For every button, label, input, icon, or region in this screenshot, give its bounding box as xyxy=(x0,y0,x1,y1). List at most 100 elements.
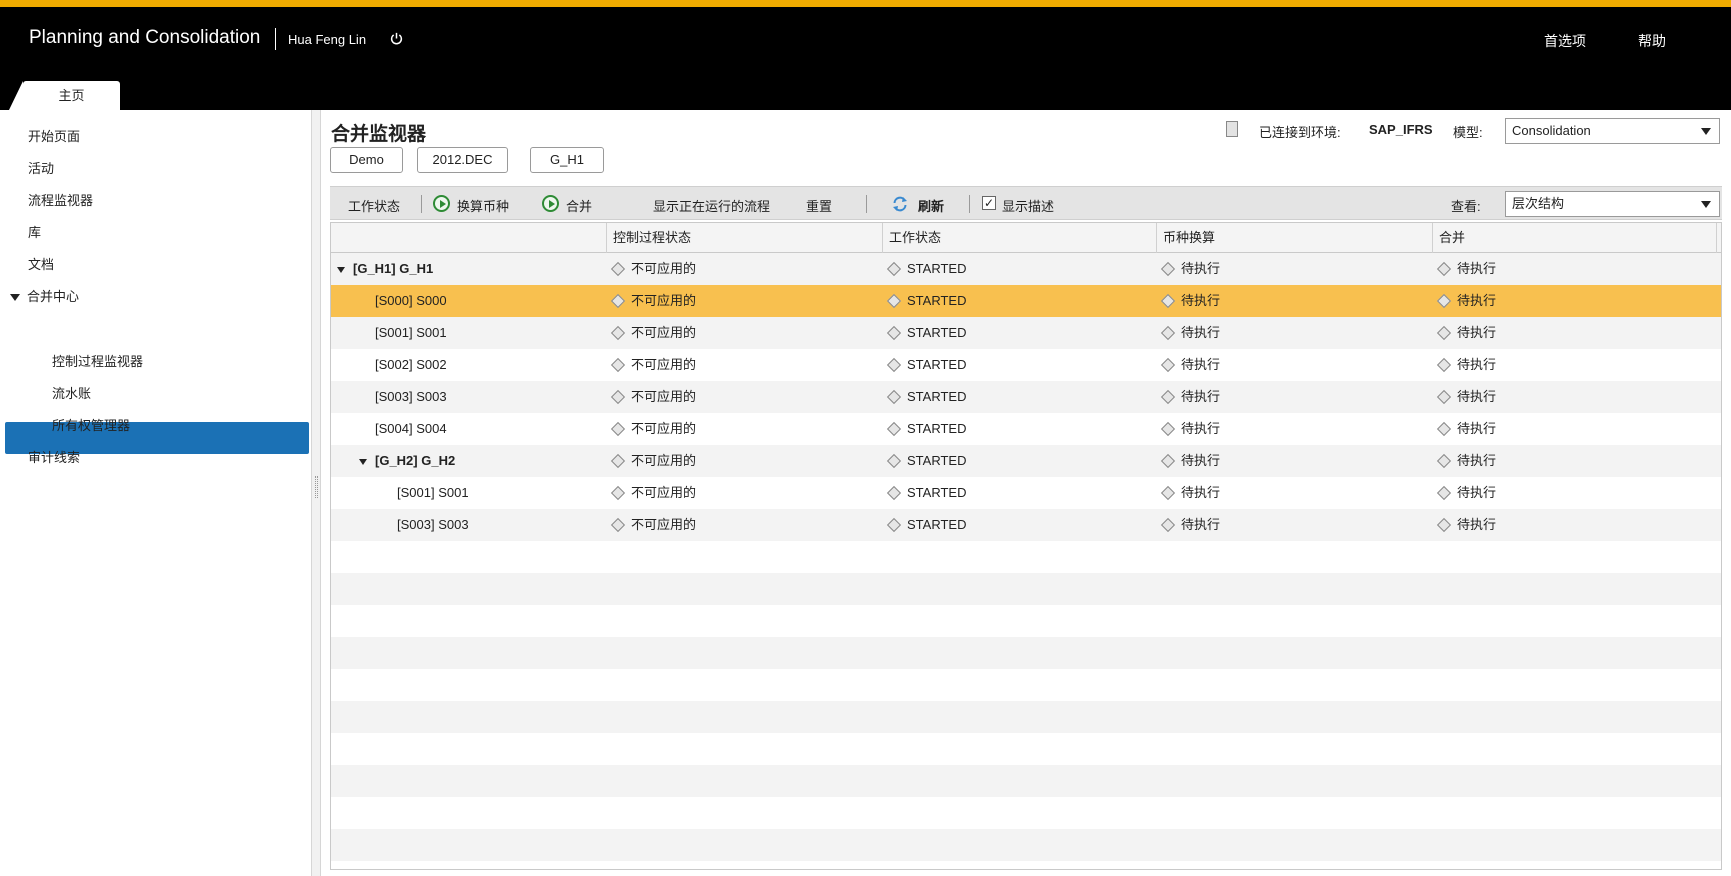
table-row[interactable]: [S001] S001 不可应用的 STARTED 待执行 待执行 xyxy=(331,317,1721,349)
sidebar-item-control-monitor[interactable]: 控制过程监视器 xyxy=(52,351,143,370)
status-text: 不可应用的 xyxy=(631,325,697,340)
page-title: 合并监视器 xyxy=(331,124,427,145)
table-row[interactable]: [S000] S000 不可应用的 STARTED 待执行 待执行 xyxy=(331,285,1721,317)
status-diamond-icon xyxy=(610,357,626,372)
sidebar-item-process-monitor[interactable]: 流程监视器 xyxy=(28,190,93,209)
context-entity-button[interactable]: G_H1 xyxy=(530,147,604,173)
work-status-cell: STARTED xyxy=(886,381,966,413)
currency-status-cell: 待执行 xyxy=(1160,285,1221,317)
work-status-button[interactable]: 工作状态 xyxy=(348,196,400,215)
chevron-down-icon[interactable] xyxy=(337,266,345,273)
column-header-consolidation[interactable]: 合并 xyxy=(1433,223,1717,253)
table-row[interactable]: [S001] S001 不可应用的 STARTED 待执行 待执行 xyxy=(331,477,1721,509)
help-link[interactable]: 帮助 xyxy=(1638,31,1666,51)
status-text: 待执行 xyxy=(1181,293,1221,308)
status-text: 待执行 xyxy=(1457,357,1497,372)
empty-row xyxy=(331,573,1721,605)
table-row[interactable]: [S002] S002 不可应用的 STARTED 待执行 待执行 xyxy=(331,349,1721,381)
sidebar-item-documents[interactable]: 文档 xyxy=(28,254,54,273)
chevron-down-icon[interactable] xyxy=(359,458,367,465)
status-text: STARTED xyxy=(907,453,967,468)
work-status-cell: STARTED xyxy=(886,253,967,285)
sidebar-group-consolidation-center[interactable]: 合并中心 xyxy=(10,286,79,305)
sidebar-item-ownership-manager[interactable]: 所有权管理器 xyxy=(52,415,130,434)
work-status-cell: STARTED xyxy=(886,317,966,349)
status-text: 待执行 xyxy=(1181,453,1221,468)
entity-cell: [S001] S001 xyxy=(397,477,469,509)
status-text: 不可应用的 xyxy=(631,357,697,372)
entity-name: [G_H2] G_H2 xyxy=(375,453,456,468)
context-category-button[interactable]: Demo xyxy=(330,147,403,173)
sidebar-item-library[interactable]: 库 xyxy=(28,222,41,241)
show-description-checkbox[interactable]: ✓ xyxy=(982,196,996,210)
status-text: STARTED xyxy=(907,261,967,276)
environment-name: SAP_IFRS xyxy=(1369,122,1433,137)
status-diamond-icon xyxy=(886,421,902,436)
sidebar-group-label: 合并中心 xyxy=(27,289,80,304)
status-diamond-icon xyxy=(886,485,902,500)
refresh-button[interactable]: 刷新 xyxy=(918,196,944,215)
entity-cell: [G_H2] G_H2 xyxy=(359,445,455,477)
work-status-cell: STARTED xyxy=(886,477,967,509)
play-icon[interactable] xyxy=(433,195,450,212)
sidebar-item-journals[interactable]: 流水账 xyxy=(52,383,91,402)
sidebar-item-activities[interactable]: 活动 xyxy=(28,158,54,177)
context-time-button[interactable]: 2012.DEC xyxy=(417,147,508,173)
status-diamond-icon xyxy=(1160,261,1176,276)
column-header-control-status[interactable]: 控制过程状态 xyxy=(607,223,883,253)
status-text: 待执行 xyxy=(1181,389,1221,404)
column-header-entity[interactable] xyxy=(331,223,607,253)
sidebar-item-consolidation-monitor[interactable]: 合并监视器 xyxy=(52,318,117,337)
table-row[interactable]: [S003] S003 不可应用的 STARTED 待执行 待执行 xyxy=(331,381,1721,413)
column-header-work-status[interactable]: 工作状态 xyxy=(883,223,1157,253)
view-select[interactable]: 层次结构 xyxy=(1505,191,1720,217)
status-diamond-icon xyxy=(1436,389,1452,404)
splitter-grip[interactable] xyxy=(315,476,318,498)
status-text: 待执行 xyxy=(1457,325,1497,340)
entity-cell: [S002] S002 xyxy=(375,349,447,381)
status-diamond-icon xyxy=(1160,421,1176,436)
status-text: STARTED xyxy=(907,485,967,500)
table-row[interactable]: [S004] S004 不可应用的 STARTED 待执行 待执行 xyxy=(331,413,1721,445)
power-icon[interactable] xyxy=(389,31,404,46)
play-icon[interactable] xyxy=(542,195,559,212)
consol-status-cell: 待执行 xyxy=(1436,477,1496,509)
entity-name: [S002] S002 xyxy=(375,357,447,372)
status-text: 待执行 xyxy=(1457,517,1497,532)
status-diamond-icon xyxy=(886,517,902,532)
entity-name: [S001] S001 xyxy=(397,485,469,500)
status-grid: 控制过程状态 工作状态 币种换算 合并 [G_H1] G_H1 不可应用的 STAR… xyxy=(330,222,1722,870)
entity-name: [S003] S003 xyxy=(397,517,469,532)
status-text: 不可应用的 xyxy=(631,517,697,532)
status-text: 待执行 xyxy=(1457,453,1497,468)
status-text: 待执行 xyxy=(1457,293,1497,308)
chevron-down-icon xyxy=(1701,201,1711,208)
preferences-link[interactable]: 首选项 xyxy=(1544,31,1586,51)
table-row[interactable]: [G_H2] G_H2 不可应用的 STARTED 待执行 待执行 xyxy=(331,445,1721,477)
show-running-button[interactable]: 显示正在运行的流程 xyxy=(653,196,770,215)
main-content: 合并监视器 Demo 2012.DEC G_H1 已连接到环境: SAP_IFR… xyxy=(322,110,1731,876)
currency-status-cell: 待执行 xyxy=(1160,349,1220,381)
show-description-label: 显示描述 xyxy=(1002,199,1055,214)
entity-cell: [S000] S000 xyxy=(375,285,447,317)
consolidate-button[interactable]: 合并 xyxy=(566,196,592,215)
status-text: 不可应用的 xyxy=(631,421,697,436)
toolbar: 工作状态 换算币种 合并 显示正在运行的流程 重置 刷新 ✓ 显示描述 查看: … xyxy=(330,186,1722,220)
column-header-currency-translation[interactable]: 币种换算 xyxy=(1157,223,1433,253)
model-select[interactable]: Consolidation xyxy=(1505,118,1720,144)
consol-status-cell: 待执行 xyxy=(1436,317,1497,349)
tab-home[interactable]: 主页 xyxy=(9,81,120,110)
reset-button[interactable]: 重置 xyxy=(806,196,832,215)
sidebar-item-start-page[interactable]: 开始页面 xyxy=(28,126,80,145)
refresh-icon[interactable] xyxy=(891,195,909,213)
table-row[interactable]: [S003] S003 不可应用的 STARTED 待执行 待执行 xyxy=(331,509,1721,541)
work-status-cell: STARTED xyxy=(886,285,966,317)
status-diamond-icon xyxy=(1160,325,1176,340)
status-diamond-icon xyxy=(1436,325,1452,340)
table-row[interactable]: [G_H1] G_H1 不可应用的 STARTED 待执行 待执行 xyxy=(331,253,1721,285)
control-status-cell: 不可应用的 xyxy=(610,477,696,509)
chevron-down-icon[interactable] xyxy=(10,294,20,302)
status-diamond-icon xyxy=(1160,293,1176,308)
currency-translation-button[interactable]: 换算币种 xyxy=(457,196,509,215)
sidebar-item-audit-trail[interactable]: 审计线索 xyxy=(28,447,80,466)
